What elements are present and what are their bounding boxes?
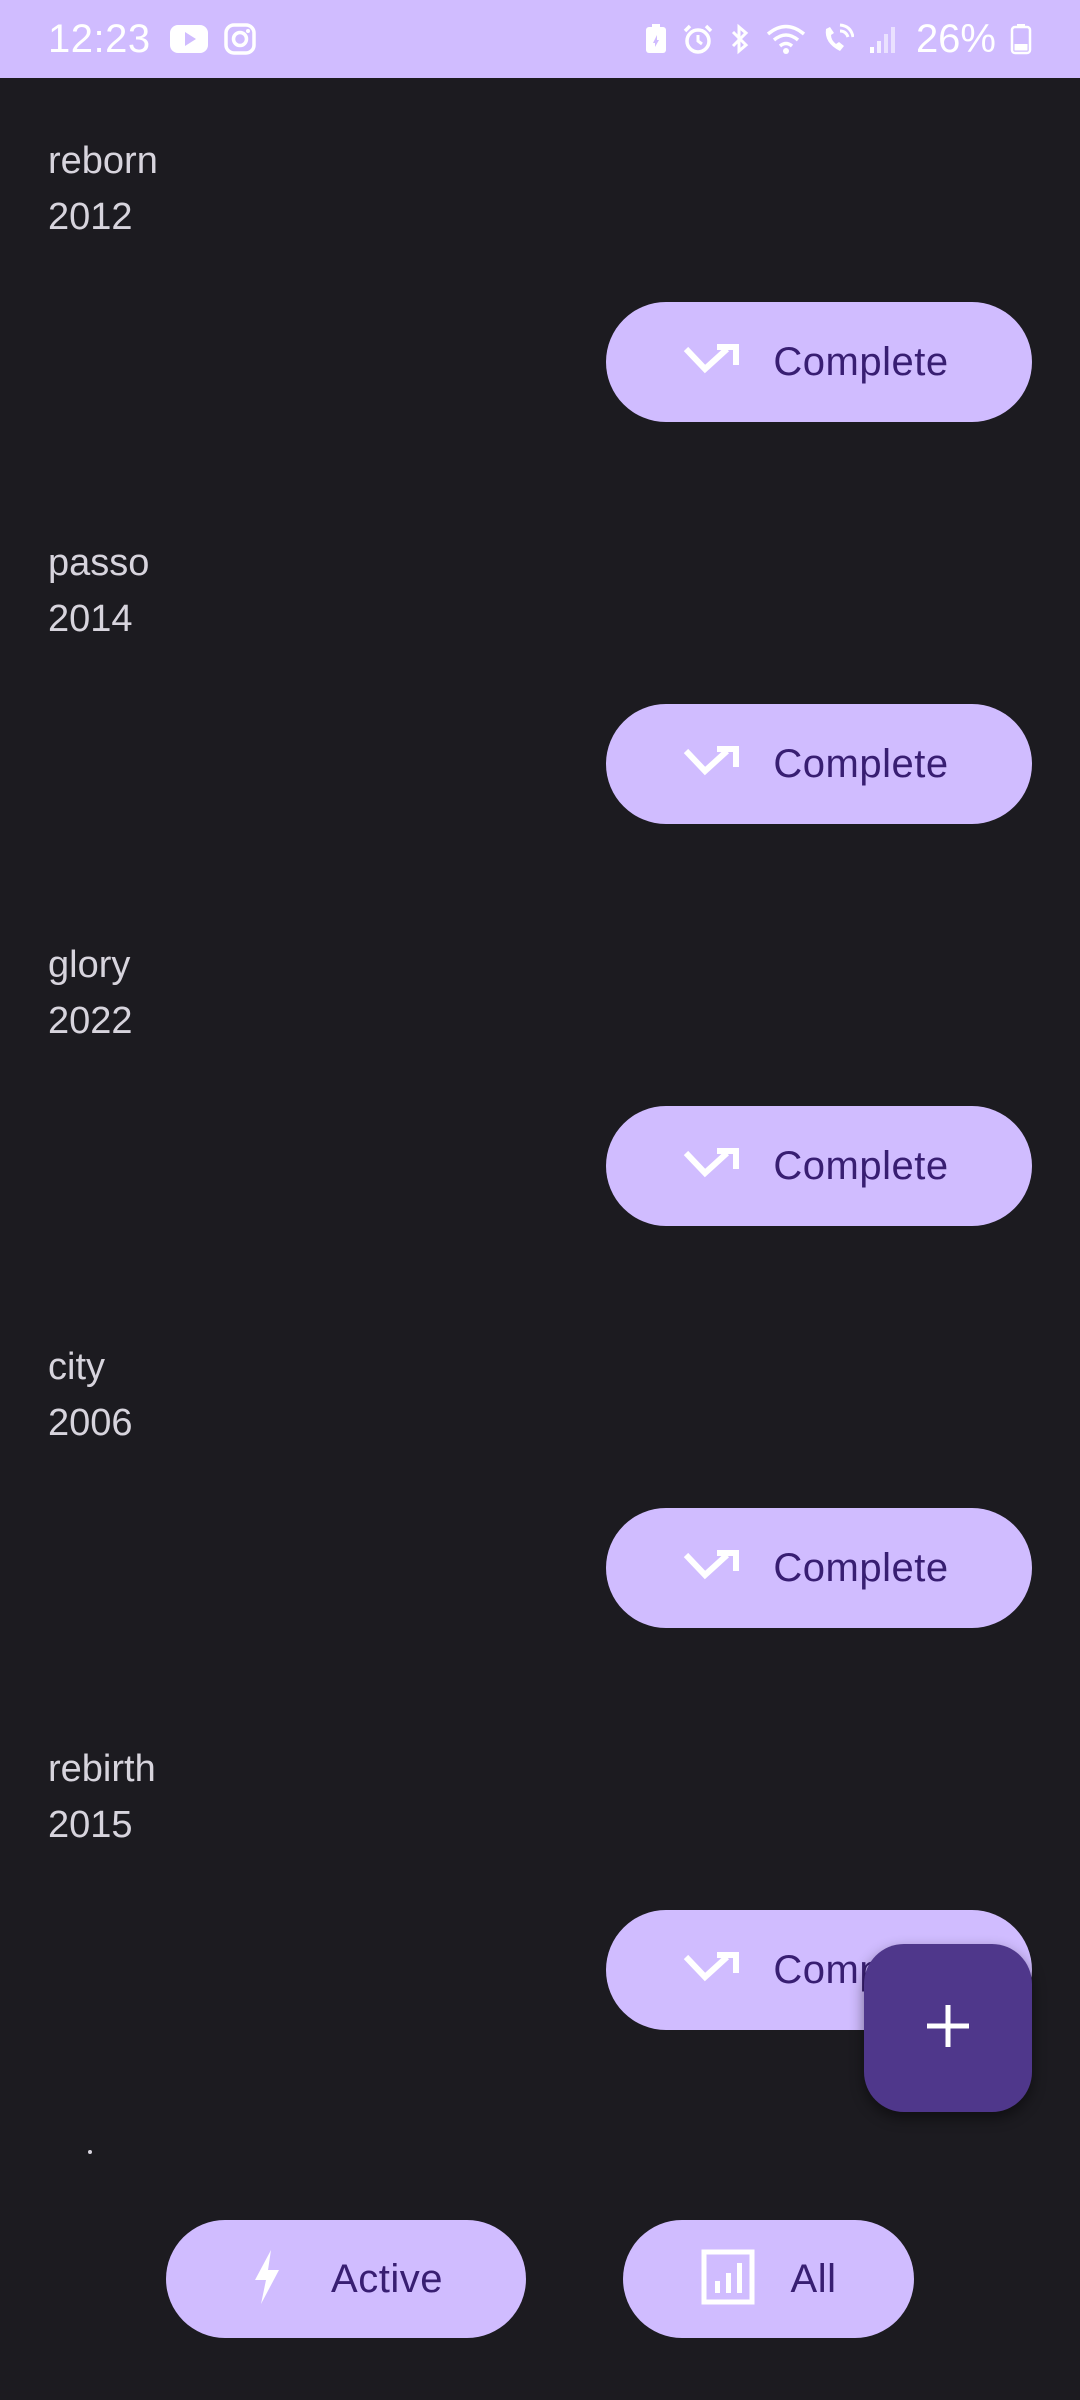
complete-button[interactable]: Complete — [606, 704, 1032, 824]
complete-button-label: Complete — [773, 1143, 949, 1188]
list-overflow-dot — [88, 2150, 92, 2154]
list-item: city 2006 Complete — [0, 1284, 1080, 1686]
item-year: 2022 — [48, 1000, 133, 1042]
complete-button-label: Complete — [773, 339, 949, 384]
instagram-icon — [223, 22, 257, 56]
complete-button-label: Complete — [773, 1545, 949, 1590]
item-year: 2014 — [48, 598, 133, 640]
wifi-calling-icon — [820, 23, 854, 55]
trending-icon — [683, 1950, 740, 1991]
list-item: glory 2022 Complete — [0, 882, 1080, 1284]
item-list[interactable]: reborn 2012 Complete passo 2014 Complete — [0, 78, 1080, 2158]
item-year: 2012 — [48, 196, 133, 238]
list-item: passo 2014 Complete — [0, 480, 1080, 882]
complete-button[interactable]: Complete — [606, 1106, 1032, 1226]
trending-icon — [683, 744, 740, 785]
item-year: 2006 — [48, 1402, 133, 1444]
chart-icon — [701, 2249, 755, 2310]
all-button-label: All — [790, 2256, 837, 2301]
trending-icon — [683, 1548, 740, 1589]
item-year: 2015 — [48, 1804, 133, 1846]
item-title: reborn — [48, 140, 158, 182]
list-item: reborn 2012 Complete — [0, 78, 1080, 480]
lightning-icon — [249, 2248, 285, 2311]
item-title: city — [48, 1346, 105, 1388]
battery-percent: 26% — [915, 16, 996, 61]
alarm-icon — [682, 23, 714, 55]
all-button[interactable]: All — [623, 2220, 914, 2338]
item-title: glory — [48, 944, 131, 986]
battery-saver-icon — [644, 23, 668, 55]
status-bar: 12:23 26% — [0, 0, 1080, 78]
signal-icon — [868, 23, 898, 55]
status-time: 12:23 — [48, 16, 151, 61]
complete-button-label: Complete — [773, 741, 949, 786]
trending-icon — [683, 342, 740, 383]
status-system-icons: 26% — [644, 17, 1032, 62]
bluetooth-icon — [728, 23, 752, 55]
active-button-label: Active — [331, 2256, 443, 2301]
item-title: rebirth — [48, 1748, 156, 1790]
item-title: passo — [48, 542, 150, 584]
plus-icon — [923, 2001, 973, 2056]
battery-icon — [1010, 23, 1032, 55]
status-notification-icons — [169, 22, 257, 56]
complete-button[interactable]: Complete — [606, 1508, 1032, 1628]
youtube-icon — [169, 24, 209, 54]
wifi-icon — [766, 23, 806, 55]
trending-icon — [683, 1146, 740, 1187]
active-button[interactable]: Active — [166, 2220, 526, 2338]
complete-button[interactable]: Complete — [606, 302, 1032, 422]
add-fab-button[interactable] — [864, 1944, 1032, 2112]
